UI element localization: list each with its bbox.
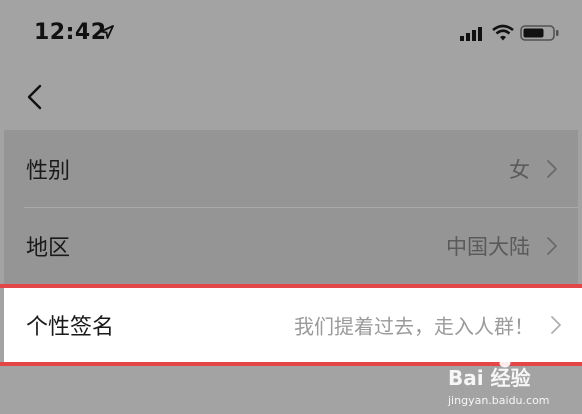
status-bar: 12:42 bbox=[4, 0, 578, 68]
watermark-logo: Bai 经验 bbox=[448, 366, 531, 390]
location-arrow-icon bbox=[100, 25, 114, 39]
wifi-icon bbox=[492, 24, 514, 41]
signature-label: 个性签名 bbox=[26, 315, 115, 340]
back-chevron-icon bbox=[27, 84, 42, 110]
status-time: 12:42 bbox=[34, 20, 107, 45]
chevron-right-icon bbox=[547, 160, 557, 178]
region-value: 中国大陆 bbox=[446, 235, 530, 259]
highlight-border-top bbox=[0, 284, 582, 288]
battery-icon bbox=[520, 25, 559, 41]
gender-row[interactable]: 性别 女 bbox=[4, 130, 578, 208]
back-button[interactable] bbox=[24, 82, 48, 112]
signature-value: 我们提着过去，走入人群！ bbox=[294, 314, 534, 339]
region-label: 地区 bbox=[26, 236, 71, 261]
chevron-right-icon bbox=[547, 237, 557, 255]
watermark-url: jingyan.baidu.com bbox=[448, 394, 550, 407]
region-row[interactable]: 地区 中国大陆 bbox=[4, 208, 578, 284]
gender-value: 女 bbox=[509, 158, 530, 182]
signal-bars-icon bbox=[460, 27, 482, 41]
chevron-right-icon bbox=[551, 316, 561, 334]
gender-label: 性别 bbox=[26, 159, 71, 184]
baidu-watermark: Bai 经验 jingyan.baidu.com bbox=[448, 350, 582, 414]
